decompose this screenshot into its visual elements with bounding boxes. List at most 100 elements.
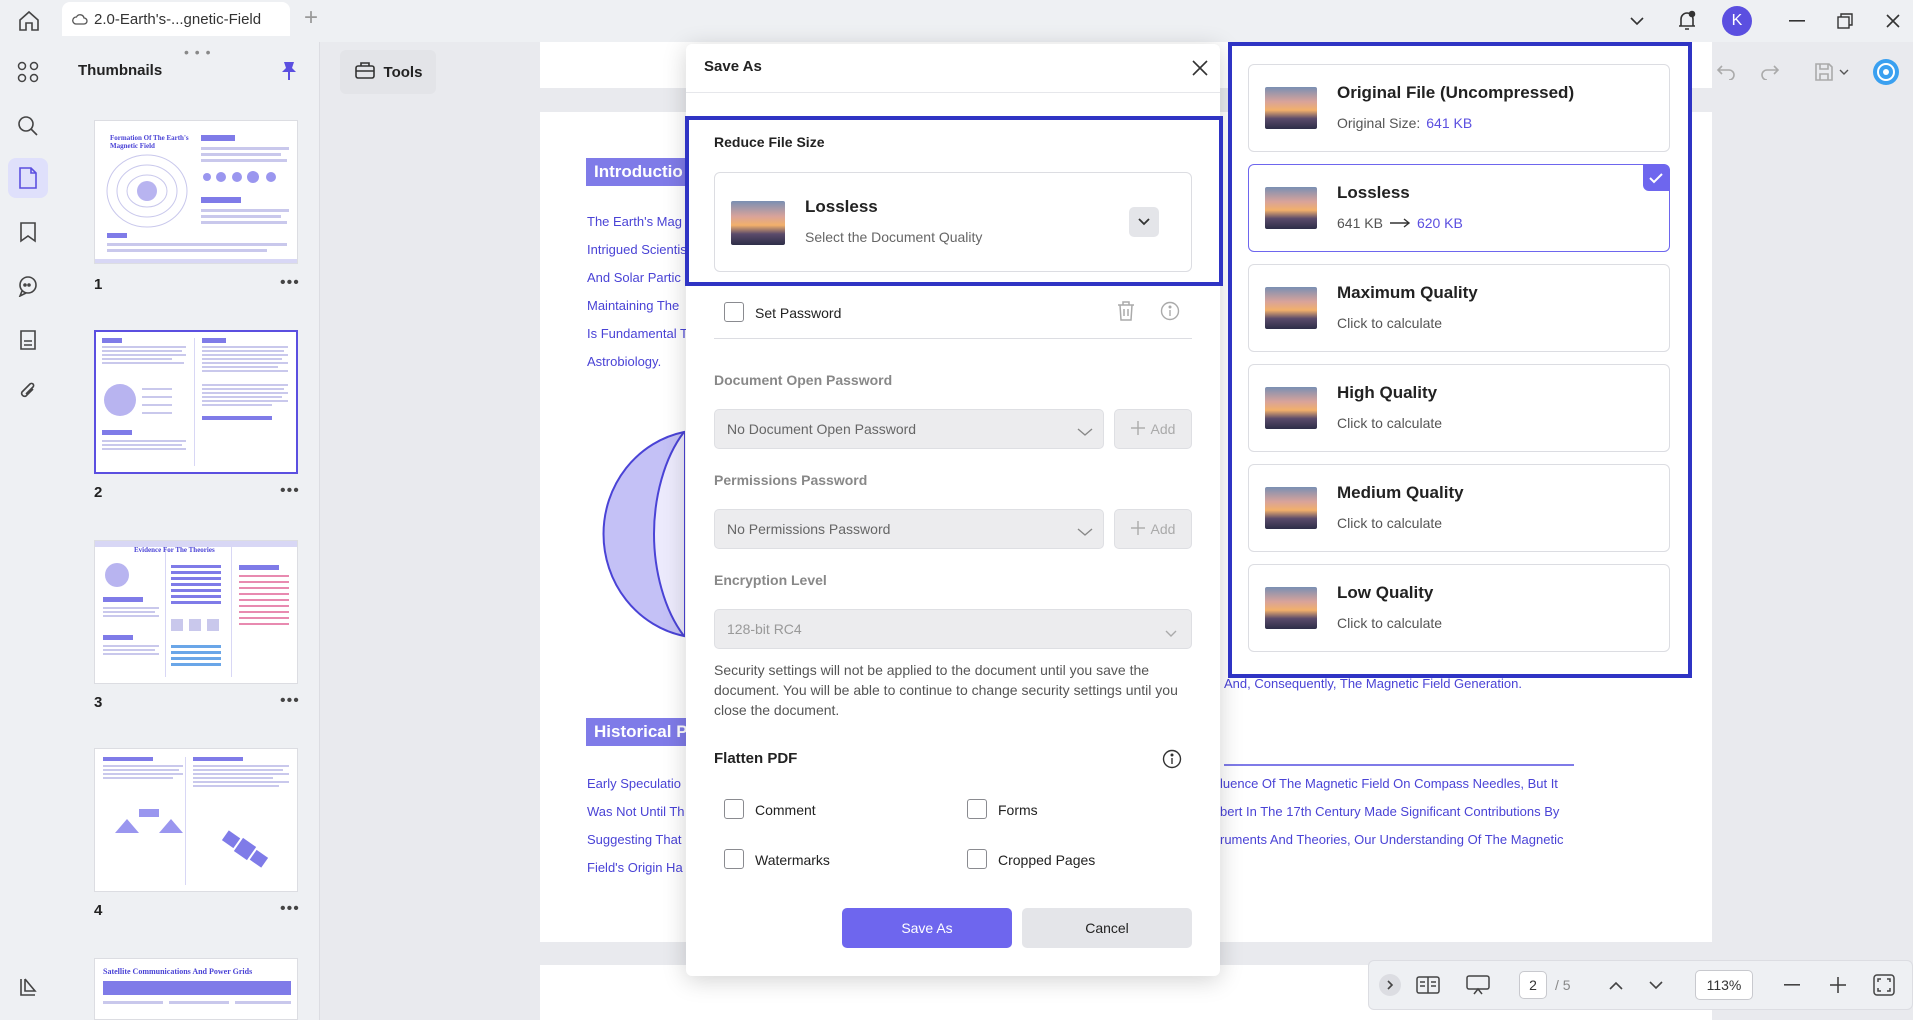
cloud-icon	[72, 12, 88, 26]
open-password-select[interactable]: No Document Open Password	[714, 409, 1104, 449]
chevron-down-icon[interactable]	[1834, 54, 1854, 90]
chevron-down-icon	[1077, 424, 1093, 440]
close-window-icon[interactable]	[1876, 4, 1910, 38]
more-icon[interactable]: •••	[280, 692, 300, 710]
chevron-down-icon	[1077, 524, 1093, 540]
document-tab[interactable]: 2.0-Earth's-...gnetic-Field	[62, 2, 290, 36]
zoom-level[interactable]: 113%	[1695, 970, 1753, 1000]
quality-option-lossless[interactable]: Lossless 641 KB 620 KB	[1248, 164, 1670, 252]
user-avatar[interactable]: K	[1720, 4, 1754, 38]
tools-button[interactable]: Tools	[340, 50, 436, 94]
redo-icon[interactable]	[1752, 54, 1788, 90]
cropped-pages-checkbox[interactable]	[967, 849, 987, 869]
drag-handle[interactable]: • • •	[184, 44, 211, 60]
divider	[1224, 764, 1574, 766]
trash-icon[interactable]	[1116, 300, 1138, 324]
doc-line: Intrigued Scientis	[587, 242, 687, 257]
chevron-up-icon[interactable]	[1601, 970, 1631, 1000]
page-thumbnail-3[interactable]	[94, 540, 298, 684]
minimize-icon[interactable]	[1780, 4, 1814, 38]
close-icon[interactable]	[1188, 56, 1212, 80]
current-page-input[interactable]: 2	[1519, 971, 1547, 999]
collapse-arrow-icon[interactable]	[1379, 974, 1401, 996]
comment-icon[interactable]	[8, 266, 48, 306]
thumbnails-title: Thumbnails	[78, 62, 163, 79]
doc-line: Was Not Until Th	[587, 804, 685, 819]
pages-icon[interactable]	[8, 158, 48, 198]
page-thumbnail-5[interactable]: Satellite Communications And Power Grids	[94, 958, 298, 1020]
home-icon[interactable]	[14, 6, 44, 36]
quality-option-high[interactable]: High Quality Click to calculate	[1248, 364, 1670, 452]
earth-cross-section-illustration	[602, 430, 685, 638]
save-as-button[interactable]: Save As	[842, 908, 1012, 948]
search-icon[interactable]	[8, 106, 48, 146]
landscape-thumbnail-icon	[1265, 187, 1317, 229]
forms-checkbox[interactable]	[967, 799, 987, 819]
permissions-password-label: Permissions Password	[714, 472, 868, 488]
thumbnail-number: 2	[94, 484, 103, 501]
stamp-icon[interactable]	[8, 320, 48, 360]
layers-icon[interactable]	[8, 966, 48, 1006]
attachment-icon[interactable]	[8, 372, 48, 412]
checkmark-icon	[1643, 165, 1669, 191]
landscape-thumbnail-icon	[731, 201, 785, 245]
quality-option-original[interactable]: Original File (Uncompressed) Original Si…	[1248, 64, 1670, 152]
page-thumbnail-4[interactable]	[94, 748, 298, 892]
plus-icon	[1130, 420, 1145, 438]
thumbnail-number: 4	[94, 902, 103, 919]
page-thumbnail-2[interactable]	[94, 330, 298, 474]
status-bar: 2 / 5 113%	[1368, 960, 1913, 1010]
comment-checkbox[interactable]	[724, 799, 744, 819]
doc-line: And Solar Partic	[587, 270, 681, 285]
grid-icon[interactable]	[8, 52, 48, 92]
watermarks-label: Watermarks	[755, 852, 830, 868]
ai-assistant-icon[interactable]	[1868, 54, 1904, 90]
flatten-pdf-label: Flatten PDF	[714, 750, 798, 767]
more-icon[interactable]: •••	[280, 900, 300, 918]
watermarks-checkbox[interactable]	[724, 849, 744, 869]
zoom-in-icon[interactable]	[1823, 970, 1853, 1000]
open-password-label: Document Open Password	[714, 372, 893, 388]
quality-option-medium[interactable]: Medium Quality Click to calculate	[1248, 464, 1670, 552]
reduce-file-size-label: Reduce File Size	[714, 134, 825, 150]
quality-dropdown[interactable]: Lossless Select the Document Quality	[714, 172, 1192, 272]
more-icon[interactable]: •••	[280, 274, 300, 292]
chevron-down-icon[interactable]	[1641, 970, 1671, 1000]
chevron-down-icon[interactable]	[1129, 207, 1159, 237]
plus-icon	[1130, 520, 1145, 538]
left-icon-rail	[0, 42, 58, 1020]
notification-icon[interactable]	[1670, 4, 1704, 38]
dialog-title: Save As	[704, 58, 762, 75]
doc-line: And, Consequently, The Magnetic Field Ge…	[1224, 676, 1522, 691]
encryption-level-select[interactable]: 128-bit RC4	[714, 609, 1192, 649]
pin-icon[interactable]	[280, 60, 298, 87]
doc-line: Maintaining The	[587, 298, 680, 313]
toolbox-icon	[354, 60, 376, 84]
set-password-checkbox[interactable]	[724, 302, 744, 322]
presentation-icon[interactable]	[1463, 970, 1493, 1000]
reading-mode-icon[interactable]	[1413, 970, 1443, 1000]
doc-line: Field's Origin Ha	[587, 860, 683, 875]
new-tab-icon[interactable]: +	[304, 4, 318, 32]
info-icon[interactable]	[1160, 301, 1182, 323]
add-permissions-password-button[interactable]: Add	[1114, 509, 1192, 549]
historical-heading: Historical P	[586, 718, 696, 746]
add-open-password-button[interactable]: Add	[1114, 409, 1192, 449]
selected-quality-subtitle: Select the Document Quality	[805, 229, 983, 245]
undo-icon[interactable]	[1708, 54, 1744, 90]
chevron-down-icon	[1165, 625, 1177, 641]
forms-label: Forms	[998, 802, 1038, 818]
arrow-right-icon	[1389, 215, 1411, 231]
info-icon[interactable]	[1162, 749, 1184, 771]
cancel-button[interactable]: Cancel	[1022, 908, 1192, 948]
cropped-pages-label: Cropped Pages	[998, 852, 1096, 868]
fit-page-icon[interactable]	[1869, 970, 1899, 1000]
quality-option-maximum[interactable]: Maximum Quality Click to calculate	[1248, 264, 1670, 352]
zoom-out-icon[interactable]	[1777, 970, 1807, 1000]
restore-icon[interactable]	[1828, 4, 1862, 38]
more-icon[interactable]: •••	[280, 482, 300, 500]
permissions-password-select[interactable]: No Permissions Password	[714, 509, 1104, 549]
bookmark-icon[interactable]	[8, 212, 48, 252]
chevron-down-icon[interactable]	[1620, 4, 1654, 38]
quality-option-low[interactable]: Low Quality Click to calculate	[1248, 564, 1670, 652]
